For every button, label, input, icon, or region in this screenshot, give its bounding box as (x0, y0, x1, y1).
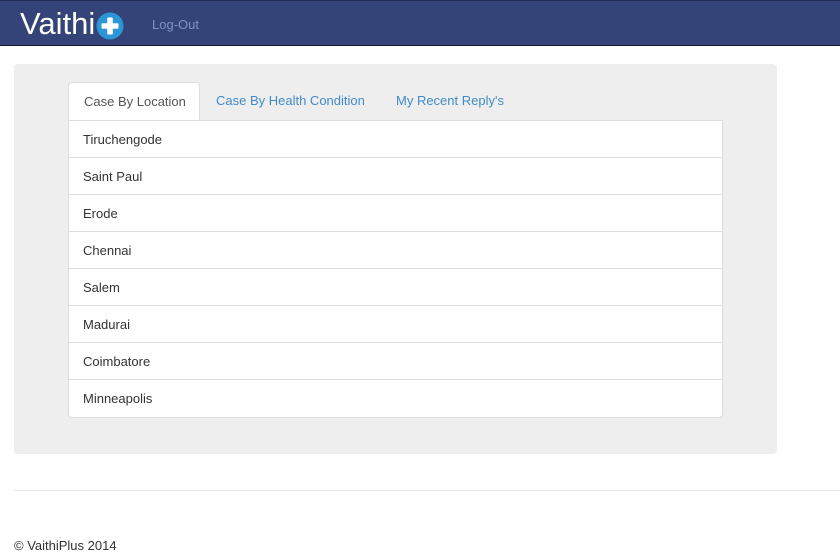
brand-logo[interactable]: Vaithi (20, 6, 124, 41)
tab-case-by-health-condition[interactable]: Case By Health Condition (216, 82, 365, 120)
tab-my-recent-replies[interactable]: My Recent Reply's (396, 82, 504, 120)
tab-case-by-location[interactable]: Case By Location (68, 82, 200, 121)
footer-copyright: © VaithiPlus 2014 (14, 538, 117, 553)
footer-divider (14, 490, 840, 491)
case-tabs: Case By Location Case By Health Conditio… (68, 82, 723, 121)
plus-circle-icon (96, 12, 124, 40)
location-list: Tiruchengode Saint Paul Erode Chennai Sa… (68, 120, 723, 418)
brand-text: Vaithi (20, 6, 96, 41)
location-item-chennai[interactable]: Chennai (69, 232, 722, 269)
location-item-erode[interactable]: Erode (69, 195, 722, 232)
location-item-saint-paul[interactable]: Saint Paul (69, 158, 722, 195)
location-item-coimbatore[interactable]: Coimbatore (69, 343, 722, 380)
location-item-madurai[interactable]: Madurai (69, 306, 722, 343)
cases-panel: Case By Location Case By Health Conditio… (14, 64, 777, 454)
logout-link[interactable]: Log-Out (152, 17, 199, 32)
location-item-tiruchengode[interactable]: Tiruchengode (69, 121, 722, 158)
location-item-minneapolis[interactable]: Minneapolis (69, 380, 722, 417)
top-navbar: Vaithi Log-Out (0, 0, 840, 46)
location-item-salem[interactable]: Salem (69, 269, 722, 306)
